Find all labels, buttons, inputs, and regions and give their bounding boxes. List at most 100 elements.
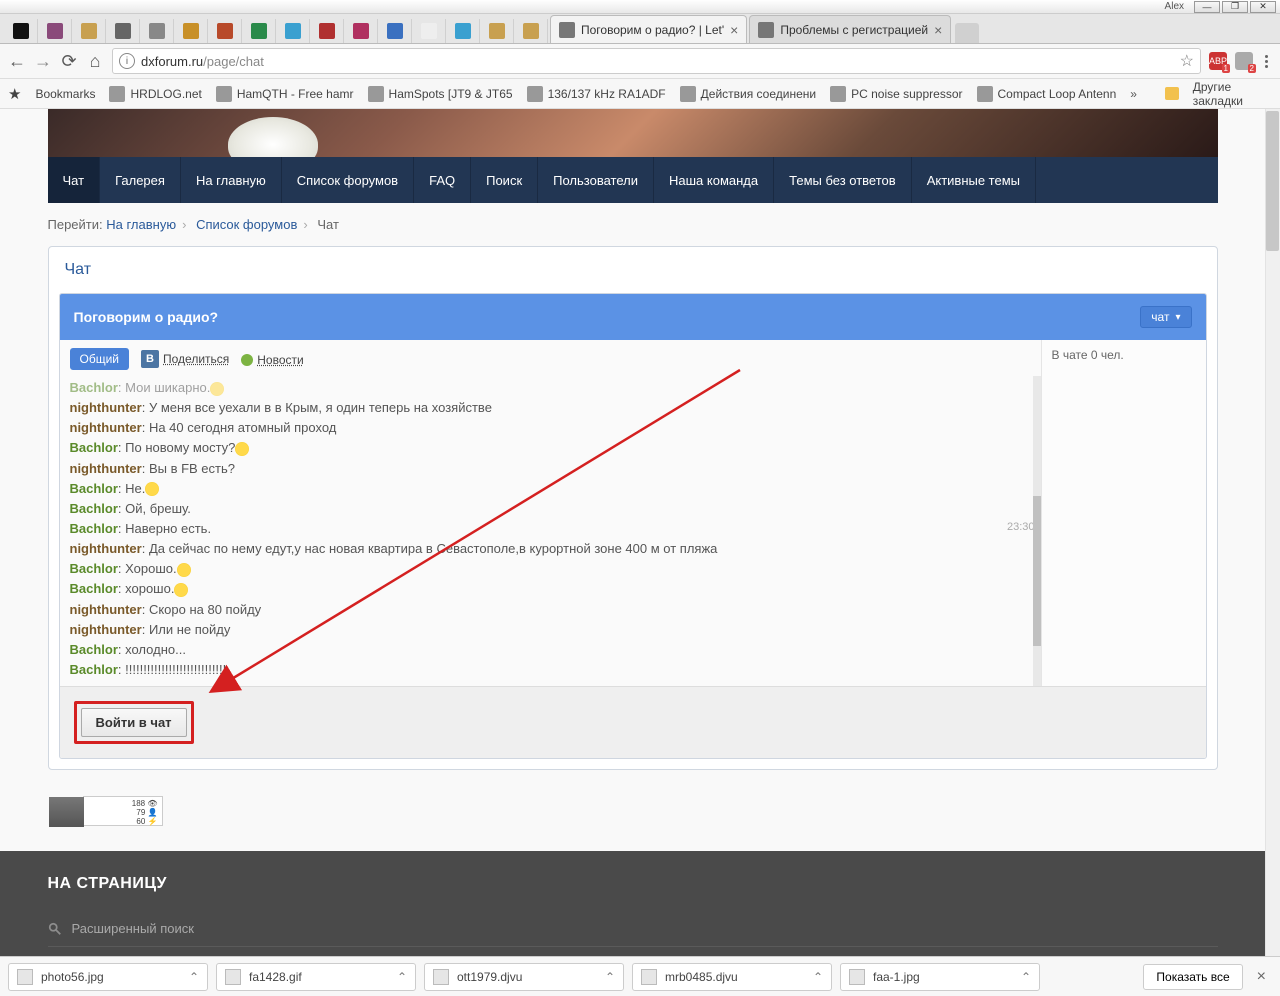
tab-close-icon[interactable]: × (934, 22, 942, 38)
download-item[interactable]: photo56.jpg⌃ (8, 963, 208, 991)
chat-username[interactable]: Bachlor (70, 581, 118, 596)
bookmark-item[interactable]: HRDLOG.net (109, 86, 201, 102)
chat-username[interactable]: Bachlor (70, 380, 118, 395)
browser-tab-active[interactable]: Поговорим о радио? | Let' × (550, 15, 747, 43)
window-maximize[interactable]: ❐ (1222, 1, 1248, 13)
hit-counter[interactable]: 188 👁79 👤60 ⚡ (83, 790, 1218, 827)
chat-username[interactable]: nighthunter (70, 461, 142, 476)
bookmark-favicon (680, 86, 696, 102)
page-viewport: ЧатГалереяНа главнуюСписок форумовFAQПои… (0, 109, 1280, 956)
pinned-tab[interactable] (514, 19, 548, 43)
reload-button[interactable]: ⟳ (60, 52, 78, 70)
download-item[interactable]: mrb0485.djvu⌃ (632, 963, 832, 991)
nav-item[interactable]: На главную (181, 157, 282, 203)
bookmark-item[interactable]: 136/137 kHz RA1ADF (527, 86, 666, 102)
chat-tab-general[interactable]: Общий (70, 348, 130, 370)
bookmark-item[interactable]: HamSpots [JT9 & JT65 (368, 86, 513, 102)
bookmark-star-icon[interactable]: ☆ (1180, 51, 1194, 71)
chat-username[interactable]: nighthunter (70, 541, 142, 556)
chat-username[interactable]: nighthunter (70, 400, 142, 415)
browser-menu-button[interactable] (1261, 51, 1272, 72)
login-chat-button[interactable]: Войти в чат (81, 708, 187, 737)
nav-item[interactable]: Галерея (100, 157, 181, 203)
pinned-tab[interactable] (140, 19, 174, 43)
pinned-tab[interactable] (72, 19, 106, 43)
download-item[interactable]: ott1979.djvu⌃ (424, 963, 624, 991)
nav-item[interactable]: FAQ (414, 157, 471, 203)
browser-tab-inactive[interactable]: Проблемы с регистрацией × (749, 15, 951, 43)
downloads-show-all[interactable]: Показать все (1143, 964, 1242, 990)
bookmarks-overflow[interactable]: » (1130, 87, 1137, 101)
nav-item[interactable]: Активные темы (912, 157, 1036, 203)
chat-sidebar: В чате 0 чел. (1041, 340, 1206, 686)
bookmark-item[interactable]: Compact Loop Antenn (977, 86, 1117, 102)
chat-username[interactable]: Bachlor (70, 662, 118, 677)
chevron-up-icon[interactable]: ⌃ (605, 970, 615, 984)
chat-scrollthumb[interactable] (1033, 496, 1041, 646)
chat-username[interactable]: nighthunter (70, 602, 142, 617)
chat-username[interactable]: Bachlor (70, 561, 118, 576)
downloads-close[interactable]: × (1251, 968, 1272, 986)
forward-button[interactable]: → (34, 52, 52, 70)
breadcrumb-link[interactable]: Список форумов (196, 217, 297, 232)
chat-username[interactable]: Bachlor (70, 642, 118, 657)
download-item[interactable]: fa1428.gif⌃ (216, 963, 416, 991)
breadcrumb-link[interactable]: На главную (106, 217, 176, 232)
chevron-up-icon[interactable]: ⌃ (189, 970, 199, 984)
footer-profile[interactable]: Личный раздел (48, 947, 1218, 956)
extension-abp-icon[interactable]: ABP1 (1209, 52, 1227, 70)
nav-item[interactable]: Поиск (471, 157, 538, 203)
new-tab-button[interactable] (955, 23, 979, 43)
chevron-up-icon[interactable]: ⌃ (397, 970, 407, 984)
chat-dropdown[interactable]: чат (1140, 306, 1191, 328)
chat-username[interactable]: nighthunter (70, 622, 142, 637)
site-info-icon[interactable]: i (119, 53, 135, 69)
pinned-tab[interactable] (174, 19, 208, 43)
pinned-tab[interactable] (412, 19, 446, 43)
pinned-tab[interactable] (208, 19, 242, 43)
other-bookmarks[interactable]: Другие закладки (1193, 80, 1272, 108)
chat-username[interactable]: Bachlor (70, 501, 118, 516)
back-button[interactable]: ← (8, 52, 26, 70)
home-button[interactable]: ⌂ (86, 52, 104, 70)
window-close[interactable]: ✕ (1250, 1, 1276, 13)
pinned-tab[interactable] (4, 19, 38, 43)
bookmark-item[interactable]: Действия соединени (680, 86, 816, 102)
nav-item[interactable]: Наша команда (654, 157, 774, 203)
address-bar[interactable]: i dxforum.ru/page/chat ☆ (112, 48, 1201, 74)
chat-message: Bachlor: Хорошо. (70, 559, 1031, 579)
chat-username[interactable]: Bachlor (70, 481, 118, 496)
nav-item[interactable]: Пользователи (538, 157, 654, 203)
download-item[interactable]: faa-1.jpg⌃ (840, 963, 1040, 991)
chevron-up-icon[interactable]: ⌃ (813, 970, 823, 984)
chat-news[interactable]: Новости (241, 352, 303, 367)
pinned-tab[interactable] (106, 19, 140, 43)
pinned-tab[interactable] (378, 19, 412, 43)
site-footer: НА СТРАНИЦУ Расширенный поиск Личный раз… (0, 851, 1265, 956)
extension-icon[interactable]: 2 (1235, 52, 1253, 70)
pinned-tab[interactable] (242, 19, 276, 43)
page-scrollthumb[interactable] (1266, 111, 1279, 251)
pinned-tab[interactable] (480, 19, 514, 43)
bookmark-item[interactable]: HamQTH - Free hamr (216, 86, 354, 102)
bookmarks-label[interactable]: Bookmarks (35, 87, 95, 101)
chat-scrollbar[interactable] (1033, 376, 1041, 686)
pinned-tab[interactable] (38, 19, 72, 43)
chat-username[interactable]: Bachlor (70, 521, 118, 536)
footer-search[interactable]: Расширенный поиск (48, 911, 1218, 947)
chat-username[interactable]: nighthunter (70, 420, 142, 435)
pinned-tab[interactable] (446, 19, 480, 43)
nav-item[interactable]: Темы без ответов (774, 157, 912, 203)
window-minimize[interactable]: — (1194, 1, 1220, 13)
bookmark-item[interactable]: PC noise suppressor (830, 86, 962, 102)
chat-share[interactable]: B Поделиться (141, 350, 229, 368)
nav-item[interactable]: Чат (48, 157, 101, 203)
page-scrollbar[interactable] (1265, 109, 1280, 956)
chat-username[interactable]: Bachlor (70, 440, 118, 455)
tab-close-icon[interactable]: × (730, 22, 738, 38)
pinned-tab[interactable] (276, 19, 310, 43)
chevron-up-icon[interactable]: ⌃ (1021, 970, 1031, 984)
pinned-tab[interactable] (310, 19, 344, 43)
nav-item[interactable]: Список форумов (282, 157, 414, 203)
pinned-tab[interactable] (344, 19, 378, 43)
